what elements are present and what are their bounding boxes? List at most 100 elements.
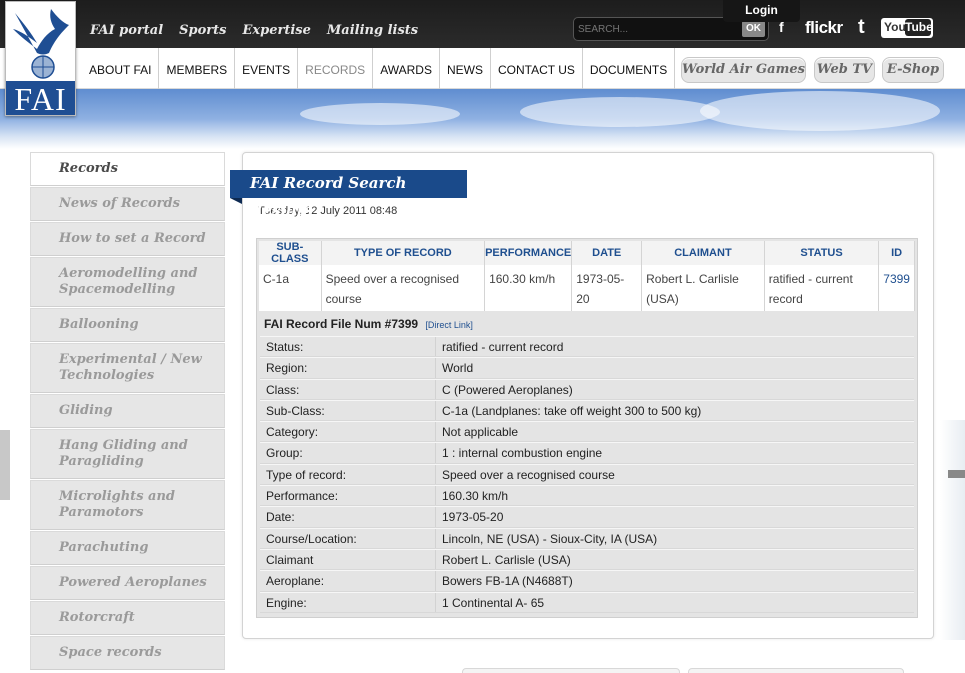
- logo-text: FAI: [6, 81, 75, 117]
- world-air-games-button[interactable]: World Air Games: [681, 57, 806, 83]
- column-header-sub-class[interactable]: SUB-CLASS: [259, 241, 322, 265]
- detail-value: Not applicable: [442, 425, 519, 440]
- record-detail-rows: Status: ratified - current record Region: W…: [260, 336, 914, 613]
- detail-row: Region: World: [260, 357, 914, 379]
- detail-row: Status: ratified - current record: [260, 336, 914, 358]
- sidebar-item-news-of-records[interactable]: News of Records: [30, 187, 225, 221]
- cell-performance: 160.30 km/h: [484, 265, 573, 311]
- column-header-id[interactable]: ID: [878, 241, 915, 265]
- detail-label: Engine:: [260, 592, 436, 612]
- detail-value: 1 : internal combustion engine: [442, 446, 603, 461]
- cell-claimant: Robert L. Carlisle (USA): [641, 265, 765, 311]
- sidebar-item-parachuting[interactable]: Parachuting: [30, 531, 225, 565]
- search-input[interactable]: [578, 21, 738, 37]
- table-row[interactable]: C-1a Speed over a recognised course 160.…: [259, 265, 915, 311]
- detail-label: Sub-Class:: [260, 400, 436, 421]
- detail-label: Type of record:: [260, 464, 436, 485]
- top-link-fai-portal[interactable]: FAI portal: [90, 23, 163, 38]
- web-tv-button[interactable]: Web TV: [814, 57, 875, 83]
- sidebar-item-how-to-set-a-record[interactable]: How to set a Record: [30, 222, 225, 256]
- detail-row: Type of record: Speed over a recognised c…: [260, 463, 914, 486]
- decorative-aircraft-left: [0, 430, 10, 500]
- column-header-status[interactable]: STATUS: [764, 241, 880, 265]
- column-header-performance[interactable]: PERFORMANCE: [484, 241, 573, 265]
- sidebar-item-experimental[interactable]: Experimental / New Technologies: [30, 343, 225, 393]
- column-header-type-of-record[interactable]: TYPE OF RECORD: [321, 241, 486, 265]
- detail-value: World: [442, 361, 474, 376]
- flickr-icon[interactable]: flickr: [805, 18, 843, 38]
- sidebar-item-gliding[interactable]: Gliding: [30, 394, 225, 428]
- bottom-tab-left: [462, 668, 680, 673]
- nav-contact-us[interactable]: CONTACT US: [491, 48, 583, 89]
- sidebar-item-records[interactable]: Records: [30, 152, 225, 186]
- detail-row: Group: 1 : internal combustion engine: [260, 442, 914, 464]
- detail-value: C (Powered Aeroplanes): [442, 382, 573, 397]
- youtube-icon[interactable]: You Tube: [881, 18, 933, 38]
- nav-records[interactable]: RECORDS: [298, 48, 374, 89]
- sidebar-item-microlights[interactable]: Microlights and Paramotors: [30, 480, 225, 530]
- top-link-sports[interactable]: Sports: [179, 23, 226, 38]
- sidebar-item-rotorcraft[interactable]: Rotorcraft: [30, 601, 225, 635]
- record-detail-title: FAI Record File Num #7399 [Direct Link]: [260, 314, 914, 336]
- nav-documents[interactable]: DOCUMENTS: [583, 48, 676, 89]
- detail-value: 1 Continental A- 65: [442, 595, 545, 610]
- sidebar-item-hang-gliding[interactable]: Hang Gliding and Paragliding: [30, 429, 225, 479]
- cell-id-link[interactable]: 7399: [878, 265, 915, 311]
- youtube-icon-tube: Tube: [905, 19, 933, 36]
- top-bar: FAI portal Sports Expertise Mailing list…: [0, 0, 965, 48]
- detail-value: 1973-05-20: [442, 510, 504, 525]
- detail-label: Category:: [260, 422, 436, 442]
- login-button[interactable]: Login: [723, 0, 800, 22]
- detail-value: Robert L. Carlisle (USA): [442, 552, 571, 567]
- sidebar-item-aeromodelling[interactable]: Aeromodelling and Spacemodelling: [30, 257, 225, 307]
- top-links: FAI portal Sports Expertise Mailing list…: [90, 23, 418, 38]
- detail-value: ratified - current record: [442, 340, 564, 354]
- search-ok-button[interactable]: OK: [742, 21, 765, 37]
- detail-label: Status:: [260, 337, 436, 357]
- nav-events[interactable]: EVENTS: [235, 48, 299, 89]
- page-title: FAI Record Search Results: [230, 170, 467, 219]
- column-header-claimant[interactable]: CLAIMANT: [641, 241, 765, 265]
- nav-awards[interactable]: AWARDS: [373, 48, 440, 89]
- direct-link[interactable]: [Direct Link]: [425, 320, 473, 330]
- detail-label: Performance:: [260, 486, 436, 506]
- detail-value: Lincoln, NE (USA) - Sioux-City, IA (USA): [442, 531, 658, 546]
- detail-row: Engine: 1 Continental A- 65: [260, 591, 914, 613]
- sidebar-item-ballooning[interactable]: Ballooning: [30, 308, 225, 342]
- decorative-aircraft-detail: [948, 470, 965, 478]
- detail-row: Claimant Robert L. Carlisle (USA): [260, 548, 914, 571]
- top-link-mailing-lists[interactable]: Mailing lists: [327, 23, 418, 38]
- main-nav: ABOUT FAI MEMBERS EVENTS RECORDS AWARDS …: [82, 48, 676, 89]
- cell-type-of-record: Speed over a recognised course: [321, 265, 486, 311]
- detail-label: Course/Location:: [260, 528, 436, 548]
- top-link-expertise[interactable]: Expertise: [242, 23, 310, 38]
- sidebar-item-powered-aeroplanes[interactable]: Powered Aeroplanes: [30, 566, 225, 600]
- column-header-date[interactable]: DATE: [571, 241, 643, 265]
- nav-about-fai[interactable]: ABOUT FAI: [82, 48, 160, 89]
- detail-label: Region:: [260, 358, 436, 378]
- detail-label: Class:: [260, 379, 436, 399]
- nav-members[interactable]: MEMBERS: [159, 48, 236, 89]
- detail-row: Aeroplane: Bowers FB-1A (N4688T): [260, 570, 914, 592]
- bottom-tab-right: [688, 668, 904, 673]
- detail-value: 160.30 km/h: [442, 489, 509, 504]
- detail-value: Speed over a recognised course: [442, 467, 615, 482]
- detail-row: Performance: 160.30 km/h: [260, 485, 914, 507]
- title-ribbon-fold: [230, 198, 242, 204]
- eagle-globe-icon: [13, 9, 69, 79]
- detail-row: Date: 1973-05-20: [260, 506, 914, 528]
- detail-row: Course/Location: Lincoln, NE (USA) - Siou…: [260, 527, 914, 549]
- records-sidebar: Records News of Records How to set a Rec…: [30, 152, 225, 671]
- cell-sub-class: C-1a: [259, 265, 322, 311]
- detail-label: Aeroplane:: [260, 571, 436, 591]
- nav-news[interactable]: NEWS: [440, 48, 491, 89]
- sidebar-item-space-records[interactable]: Space records: [30, 636, 225, 670]
- e-shop-button[interactable]: E-Shop: [882, 57, 944, 83]
- fai-logo[interactable]: FAI: [5, 1, 76, 117]
- record-file-number: FAI Record File Num #7399: [264, 317, 419, 331]
- results-header-row: SUB-CLASS TYPE OF RECORD PERFORMANCE DAT…: [259, 241, 915, 265]
- search-results: SUB-CLASS TYPE OF RECORD PERFORMANCE DAT…: [256, 238, 918, 618]
- twitter-icon[interactable]: t: [858, 16, 865, 39]
- detail-value: Bowers FB-1A (N4688T): [442, 574, 573, 589]
- detail-row: Sub-Class: C-1a (Landplanes: take off wei…: [260, 399, 914, 422]
